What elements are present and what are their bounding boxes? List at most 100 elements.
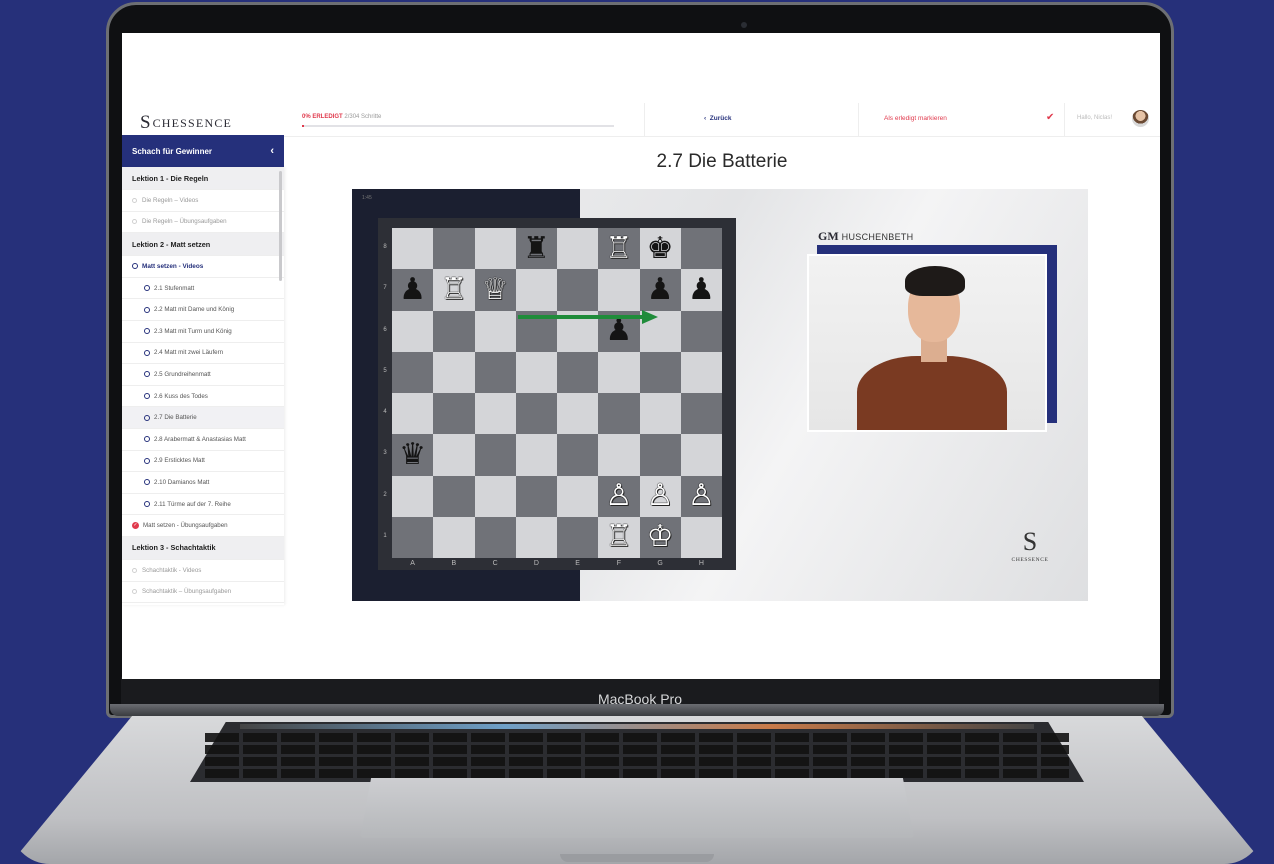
board-square-f2: ♙ (598, 475, 640, 517)
list-item[interactable]: Schachtaktik – Übungsaufgaben (122, 582, 284, 604)
lesson-header-3[interactable]: Lektion 3 - Schachtaktik (122, 536, 284, 560)
user-greeting[interactable]: Hallo, Niclas! (1077, 115, 1112, 121)
board-square-b1 (433, 516, 475, 558)
item-label: 2.2 Matt mit Dame und König (154, 306, 235, 314)
board-square-b6 (433, 310, 475, 352)
video-item[interactable]: 2.2 Matt mit Dame und König (122, 299, 284, 321)
board-square-g3 (639, 434, 681, 476)
chess-piece-icon: ♔ (646, 520, 674, 554)
screen: S CHESSENCE Schach für Gewinner ‹ Lektio… (122, 33, 1160, 679)
item-label: 2.4 Matt mit zwei Läufern (154, 349, 224, 357)
chess-piece-icon: ♟ (646, 272, 674, 306)
video-item[interactable]: 2.4 Matt mit zwei Läufern (122, 343, 284, 365)
board-square-h4 (680, 393, 722, 435)
chess-piece-icon: ♟ (687, 272, 715, 306)
page-title: 2.7 Die Batterie (656, 151, 788, 172)
item-label: 2.8 Arabermatt & Anastasias Matt (154, 435, 246, 443)
chevron-left-icon[interactable]: ‹ (270, 145, 274, 157)
presenter-hair (905, 266, 965, 296)
course-header[interactable]: Schach für Gewinner ‹ (122, 135, 284, 167)
chess-board-frame: 87654321 ♜ ♖ ♚ ♟ ♖ ♕ ♟ ♟ ♟ ♛ ♙ ♙ ♙ ♖ ♔ ABCDEFGH (378, 218, 736, 570)
mark-done-button[interactable]: Als erledigt markieren (884, 115, 947, 122)
divider (858, 103, 859, 137)
video-timer: 1:45 (362, 195, 372, 201)
board-square-g1: ♔ (639, 516, 681, 558)
progress-percent: 0% ERLEDIGT (302, 114, 343, 120)
laptop-base (0, 704, 1274, 864)
brand-text: CHESSENCE (1011, 557, 1049, 563)
board-square-h3 (680, 434, 722, 476)
list-item[interactable]: Die Regeln – Videos (122, 190, 284, 212)
video-item-active[interactable]: 2.7 Die Batterie (122, 407, 284, 429)
brand-mark: S (1022, 527, 1038, 556)
board-square-f8: ♖ (598, 228, 640, 270)
circle-icon (132, 589, 137, 595)
file-label: F (616, 560, 622, 567)
board-square-d1 (515, 516, 557, 558)
check-icon[interactable]: ✔ (1046, 112, 1054, 123)
chess-piece-icon: ♖ (440, 272, 468, 306)
list-item[interactable]: Schachtaktik - Videos (122, 560, 284, 582)
board-square-g7: ♟ (639, 269, 681, 311)
file-label: C (492, 560, 498, 567)
presenter-name: HUSCHENBETH (841, 232, 914, 242)
logo-text: CHESSENCE (152, 115, 233, 130)
board-square-h7: ♟ (680, 269, 722, 311)
list-item[interactable]: Die Regeln – Übungsaufgaben (122, 212, 284, 234)
board-square-e2 (557, 475, 599, 517)
presenter-webcam (807, 254, 1047, 432)
video-brand-logo: S CHESSENCE (1000, 527, 1060, 563)
file-label: B (451, 560, 457, 567)
video-player[interactable]: 1:45 87654321 ♜ ♖ ♚ ♟ ♖ ♕ ♟ ♟ ♟ ♛ ♙ ♙ ♙ ♖ ♔ ABCDEFGH G… (352, 189, 1088, 601)
board-square-c1 (474, 516, 516, 558)
arrow-head-icon (642, 310, 658, 324)
logo[interactable]: S CHESSENCE (140, 112, 233, 133)
board-square-b5 (433, 351, 475, 393)
item-label: 2.1 Stufenmatt (154, 284, 195, 292)
lesson-header-2[interactable]: Lektion 2 - Matt setzen (122, 233, 284, 257)
rank-labels: 8 7 6 5 4 3 2 1 (380, 218, 390, 548)
scrollbar[interactable] (279, 171, 282, 281)
board-square-e4 (557, 393, 599, 435)
item-label: 2.7 Die Batterie (154, 414, 197, 422)
exercise-item[interactable]: ✓ Matt setzen - Übungsaufgaben (122, 515, 284, 537)
board-square-g8: ♚ (639, 228, 681, 270)
file-label: D (533, 560, 539, 567)
item-label: Schachtaktik – Übungsaufgaben (142, 588, 232, 596)
avatar[interactable] (1132, 110, 1149, 127)
circle-icon (144, 436, 150, 443)
board-square-b4 (433, 393, 475, 435)
presenter-title: GM (818, 229, 839, 243)
section-item[interactable]: Matt setzen - Videos (122, 256, 284, 278)
circle-icon (144, 479, 150, 486)
video-item[interactable]: 2.10 Damianos Matt (122, 472, 284, 494)
board-square-e3 (557, 434, 599, 476)
item-label: Die Regeln – Videos (142, 196, 199, 204)
board-square-f1: ♖ (598, 516, 640, 558)
board-square-c5 (474, 351, 516, 393)
item-label: 2.11 Türme auf der 7. Reihe (154, 500, 231, 508)
video-item[interactable]: 2.6 Kuss des Todes (122, 386, 284, 408)
video-item[interactable]: 2.9 Ersticktes Matt (122, 451, 284, 473)
circle-icon (132, 197, 137, 203)
lesson-header-1[interactable]: Lektion 1 - Die Regeln (122, 167, 284, 190)
chess-piece-icon: ♖ (605, 520, 633, 554)
video-item[interactable]: 2.1 Stufenmatt (122, 278, 284, 300)
circle-icon (144, 414, 150, 421)
item-label: 2.10 Damianos Matt (154, 478, 210, 486)
course-title: Schach für Gewinner (132, 146, 213, 156)
board-square-d7 (515, 269, 557, 311)
video-item[interactable]: 2.3 Matt mit Turm und König (122, 321, 284, 343)
item-label: 2.3 Matt mit Turm und König (154, 327, 232, 335)
video-item[interactable]: 2.5 Grundreihenmatt (122, 364, 284, 386)
item-label: Schachtaktik - Videos (142, 566, 202, 574)
divider (1064, 103, 1065, 137)
video-item[interactable]: 2.8 Arabermatt & Anastasias Matt (122, 429, 284, 451)
back-button[interactable]: ‹ Zurück (704, 115, 731, 122)
board-square-g4 (639, 393, 681, 435)
video-item[interactable]: 2.11 Türme auf der 7. Reihe (122, 494, 284, 516)
file-labels: A B C D E F G H (392, 558, 722, 570)
rank-label: 7 (383, 285, 387, 292)
arrow-line (518, 315, 642, 319)
circle-icon (144, 349, 150, 356)
